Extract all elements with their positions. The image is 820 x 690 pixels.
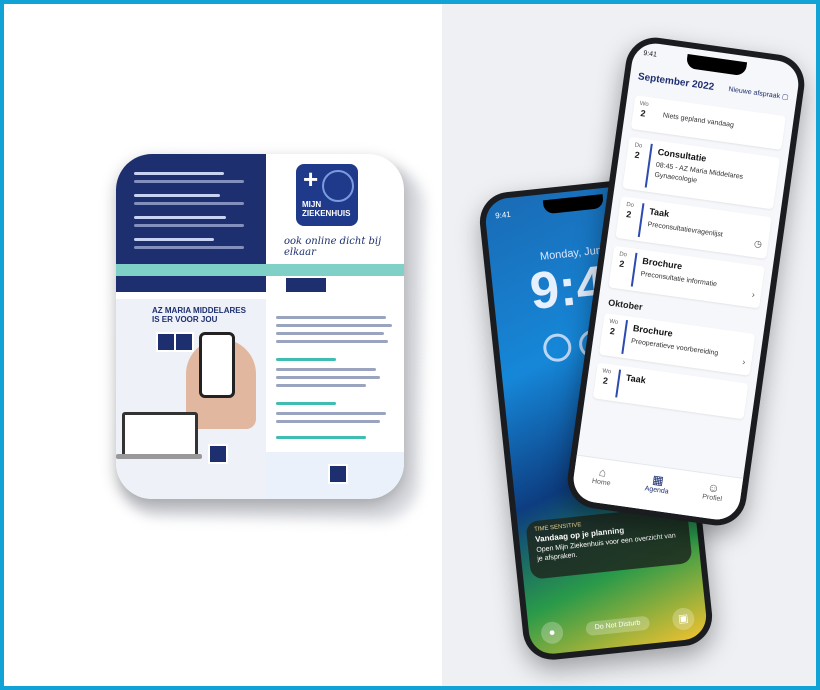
- event-sub: Niets gepland vandaag: [662, 112, 735, 130]
- event-sub: Preoperatieve voorbereiding: [630, 337, 719, 358]
- event-accent-bar: [615, 369, 622, 398]
- day-number: 2: [609, 325, 616, 337]
- text-line: [276, 402, 336, 405]
- qr-code-icon: [156, 332, 176, 352]
- text-line: [134, 180, 244, 183]
- focus-mode-pill[interactable]: Do Not Disturb: [585, 615, 651, 637]
- phone-notch: [685, 54, 748, 77]
- tab-agenda[interactable]: ▦ Agenda: [636, 470, 679, 496]
- day-number: 2: [639, 108, 647, 119]
- weekday: Do: [618, 251, 628, 259]
- event-title: Taak: [648, 206, 670, 219]
- logo-text: MIJN ZIEKENHUIS: [302, 200, 350, 218]
- slogan-line1: AZ MARIA MIDDELARES: [152, 306, 246, 315]
- event-day: Wo 2: [634, 99, 652, 119]
- laptop-illustration: [122, 412, 198, 458]
- day-number: 2: [633, 149, 641, 161]
- event-sub: 08:45 - AZ Maria Middelares Gynaecologie: [654, 161, 744, 185]
- weekday: Do: [625, 201, 635, 209]
- text-line: [134, 172, 224, 175]
- text-line: [276, 436, 366, 439]
- text-line: [276, 376, 380, 379]
- day-number: 2: [602, 375, 609, 387]
- clock-icon: ◷: [753, 238, 763, 250]
- tab-profile[interactable]: ☺ Profiel: [692, 478, 735, 504]
- hospital-logo: [286, 278, 326, 292]
- text-line: [276, 384, 366, 387]
- logo-line1: MIJN: [302, 200, 322, 209]
- brochure-slogan: AZ MARIA MIDDELARES IS ER VOOR JOU: [152, 306, 246, 324]
- text-line: [276, 316, 386, 319]
- text-line: [276, 412, 386, 415]
- flashlight-icon[interactable]: ●: [540, 620, 565, 645]
- brochure-panel: + MIJN ZIEKENHUIS ook online dicht bij e…: [4, 4, 442, 686]
- event-accent-bar: [637, 203, 645, 238]
- event-accent-bar: [630, 252, 638, 287]
- phone-illustration: [199, 332, 235, 398]
- event-day: Do 2: [620, 200, 638, 220]
- weekday: Wo: [601, 368, 612, 376]
- qr-code-icon: [328, 464, 348, 484]
- brochure-card: + MIJN ZIEKENHUIS ook online dicht bij e…: [116, 154, 404, 499]
- chevron-right-icon: ›: [751, 289, 756, 300]
- event-accent-bar: [621, 320, 629, 354]
- chevron-right-icon: ›: [741, 356, 747, 367]
- qr-code-icon: [174, 332, 194, 352]
- event-day: Wo 2: [604, 317, 622, 337]
- agenda-item[interactable]: Do 2 Consultatie 08:45 - AZ Maria Middela…: [622, 136, 781, 210]
- tab-label: Profiel: [701, 493, 723, 504]
- status-time: 9:41: [642, 49, 658, 59]
- day-number: 2: [625, 209, 632, 220]
- plus-icon: +: [303, 164, 319, 194]
- weekday: Wo: [608, 318, 619, 326]
- logo-line2: ZIEKENHUIS: [302, 209, 351, 218]
- tab-label: Home: [591, 477, 611, 488]
- event-sub: Preconsultatie informatie: [640, 270, 718, 289]
- event-title: Taak: [625, 372, 647, 386]
- month-title: September 2022: [637, 71, 715, 93]
- phone-notch: [542, 194, 604, 215]
- fingerprint-icon: [322, 170, 354, 202]
- text-line: [134, 202, 244, 205]
- text-line: [134, 194, 220, 197]
- event-title: Brochure: [641, 255, 683, 272]
- text-line: [134, 246, 244, 249]
- day-number: 2: [618, 258, 625, 270]
- teal-band: [116, 264, 404, 276]
- brochure-contact-block: [116, 154, 266, 264]
- new-appointment-label: Nieuwe afspraak: [727, 86, 781, 101]
- weekday: Wo: [639, 100, 650, 109]
- text-line: [134, 216, 226, 219]
- new-appointment-button[interactable]: Nieuwe afspraak ▢: [728, 85, 789, 101]
- event-accent-bar: [644, 143, 653, 188]
- event-day: Wo 2: [597, 367, 615, 387]
- dark-band: [116, 276, 266, 292]
- text-line: [276, 340, 388, 343]
- brochure-tagline: ook online dicht bij elkaar: [284, 236, 382, 258]
- weekday: Do: [634, 142, 643, 150]
- text-line: [134, 238, 214, 241]
- calendar-plus-icon: ▢: [781, 93, 790, 102]
- weather-widget-icon: [541, 332, 573, 364]
- event-day: Do 2: [629, 141, 647, 161]
- camera-icon[interactable]: ▣: [671, 606, 696, 632]
- tab-home[interactable]: ⌂ Home: [581, 463, 624, 489]
- text-line: [276, 358, 336, 361]
- qr-code-icon: [208, 444, 228, 464]
- slogan-line2: IS ER VOOR JOU: [152, 315, 218, 324]
- section-october: Oktober: [607, 297, 644, 313]
- event-sub: Preconsultatievragenlijst: [647, 221, 724, 239]
- text-line: [276, 420, 380, 423]
- status-time: 9:41: [494, 209, 512, 221]
- laptop-base: [116, 454, 202, 459]
- mijn-ziekenhuis-logo: + MIJN ZIEKENHUIS: [296, 164, 358, 226]
- promo-frame: + MIJN ZIEKENHUIS ook online dicht bij e…: [0, 0, 820, 690]
- text-line: [276, 368, 376, 371]
- event-title: Brochure: [632, 323, 674, 339]
- text-line: [276, 324, 392, 327]
- text-line: [276, 332, 384, 335]
- event-day: Do 2: [613, 250, 631, 270]
- text-line: [134, 224, 244, 227]
